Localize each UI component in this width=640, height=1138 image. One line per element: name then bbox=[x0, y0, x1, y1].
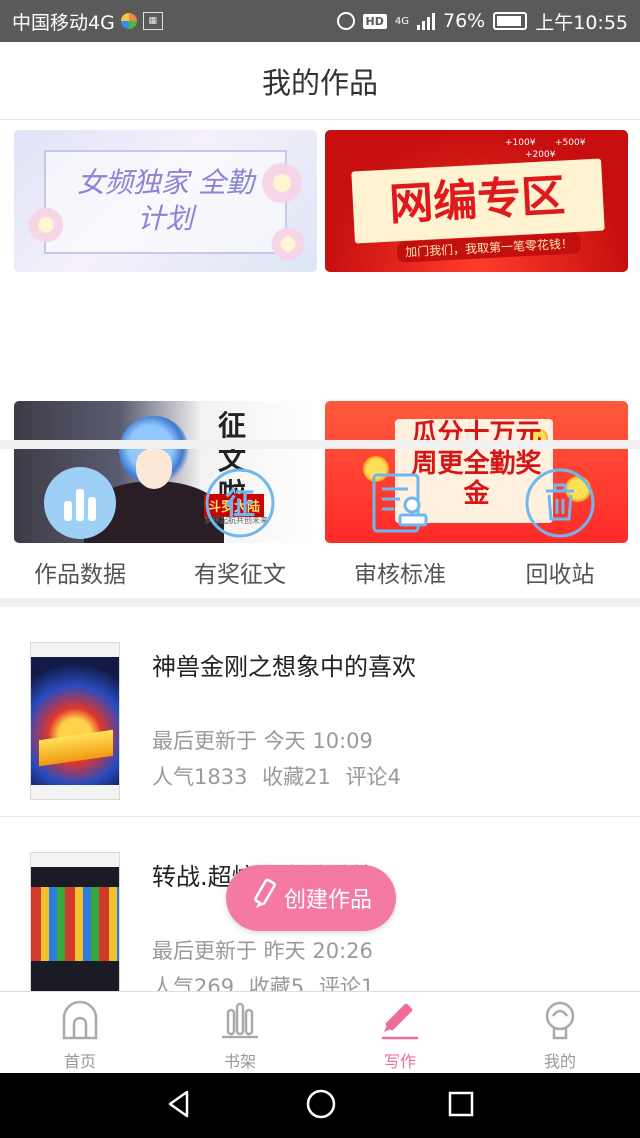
work-favorites: 收藏21 bbox=[262, 765, 331, 789]
home-circle-icon[interactable] bbox=[305, 1088, 337, 1124]
flower-decoration bbox=[259, 160, 305, 206]
trash-icon bbox=[524, 467, 596, 539]
quick-item-review-standard[interactable]: 审核标准 bbox=[320, 449, 480, 598]
quick-menu: 作品数据 征 有奖征文 审核标准 回收站 bbox=[0, 449, 640, 598]
recent-apps-icon[interactable] bbox=[447, 1090, 475, 1122]
bottom-tab-bar: 首页 书架 写作 我的 bbox=[0, 991, 640, 1073]
contest-glyph: 征 bbox=[225, 487, 255, 522]
pencil-icon bbox=[380, 1000, 420, 1044]
signal-icon bbox=[417, 12, 435, 30]
coin-label: +500¥ bbox=[555, 138, 586, 148]
network-type-label: 4G bbox=[394, 15, 409, 27]
carrier-label: 中国移动4G bbox=[12, 11, 115, 34]
banner-editor-zone[interactable]: +100¥ +500¥ +200¥ 网编专区 加门我们，我取第一笔零花钱！ bbox=[325, 130, 628, 272]
create-work-label: 创建作品 bbox=[283, 888, 372, 913]
banner-text: 女频独家 全勤计划 bbox=[77, 166, 254, 235]
banner-text: 网编专区 bbox=[387, 170, 566, 231]
flower-decoration bbox=[269, 225, 307, 263]
contest-icon: 征 bbox=[204, 467, 276, 539]
tab-label: 书架 bbox=[223, 1052, 256, 1071]
hd-icon: HD bbox=[362, 13, 387, 29]
quick-item-label: 审核标准 bbox=[354, 562, 446, 588]
profile-icon bbox=[540, 1000, 580, 1044]
tab-home[interactable]: 首页 bbox=[0, 992, 160, 1073]
banner-grid: 女频独家 全勤计划 +100¥ +500¥ +200¥ 网编专区 加门我们，我取… bbox=[0, 120, 640, 543]
quick-item-work-data[interactable]: 作品数据 bbox=[0, 449, 160, 598]
battery-percent: 76% bbox=[443, 10, 486, 32]
tab-writing[interactable]: 写作 bbox=[320, 992, 480, 1073]
coin-label: +200¥ bbox=[525, 150, 556, 160]
bookshelf-icon bbox=[220, 1000, 260, 1044]
cover-art bbox=[31, 657, 119, 787]
pencil-icon bbox=[250, 878, 280, 918]
quick-item-label: 有奖征文 bbox=[194, 562, 286, 588]
work-popularity: 人气1833 bbox=[152, 765, 248, 789]
quick-item-label: 回收站 bbox=[525, 562, 595, 588]
work-cover[interactable] bbox=[30, 852, 120, 1010]
quick-item-label: 作品数据 bbox=[34, 562, 126, 588]
flower-decoration bbox=[26, 205, 66, 245]
clock: 上午10:55 bbox=[535, 11, 628, 34]
quick-item-contest[interactable]: 征 有奖征文 bbox=[160, 449, 320, 598]
work-comments: 评论4 bbox=[345, 765, 401, 789]
work-item[interactable]: 神兽金刚之想象中的喜欢 最后更新于 今天 10:09 人气1833 收藏21 评… bbox=[0, 607, 640, 817]
review-standard-icon bbox=[364, 467, 436, 539]
quick-item-recycle-bin[interactable]: 回收站 bbox=[480, 449, 640, 598]
work-updated: 最后更新于 今天 10:09 bbox=[152, 729, 373, 753]
system-nav-bar bbox=[0, 1073, 640, 1138]
tab-bookshelf[interactable]: 书架 bbox=[160, 992, 320, 1073]
calendar-notification-icon: ▦ bbox=[142, 12, 163, 30]
bar-chart-icon bbox=[44, 467, 116, 539]
section-divider bbox=[0, 440, 640, 449]
battery-icon bbox=[493, 12, 528, 30]
create-work-button[interactable]: 创建作品 bbox=[226, 865, 396, 931]
tab-label: 我的 bbox=[543, 1052, 576, 1071]
works-list: 神兽金刚之想象中的喜欢 最后更新于 今天 10:09 人气1833 收藏21 评… bbox=[0, 607, 640, 1027]
back-icon[interactable] bbox=[165, 1089, 195, 1123]
work-updated: 最后更新于 昨天 20:26 bbox=[152, 939, 373, 963]
work-cover[interactable] bbox=[30, 642, 120, 800]
page-title: 我的作品 bbox=[261, 65, 378, 100]
app-notification-icon bbox=[120, 13, 137, 29]
tab-label: 写作 bbox=[383, 1052, 416, 1071]
home-icon bbox=[60, 1000, 100, 1044]
tab-profile[interactable]: 我的 bbox=[480, 992, 640, 1073]
banner-female-exclusive[interactable]: 女频独家 全勤计划 bbox=[14, 130, 317, 272]
work-title: 神兽金刚之想象中的喜欢 bbox=[152, 653, 416, 681]
section-divider bbox=[0, 598, 640, 607]
tab-label: 首页 bbox=[63, 1052, 96, 1071]
coin-label: +100¥ bbox=[505, 138, 536, 148]
cover-art bbox=[31, 887, 119, 961]
work-stats: 人气1833 收藏21 评论4 bbox=[152, 761, 409, 791]
alarm-icon bbox=[336, 12, 355, 30]
title-bar: 我的作品 bbox=[0, 42, 640, 120]
status-bar: 中国移动4G ▦ HD 4G 76% 上午10:55 bbox=[0, 0, 640, 42]
